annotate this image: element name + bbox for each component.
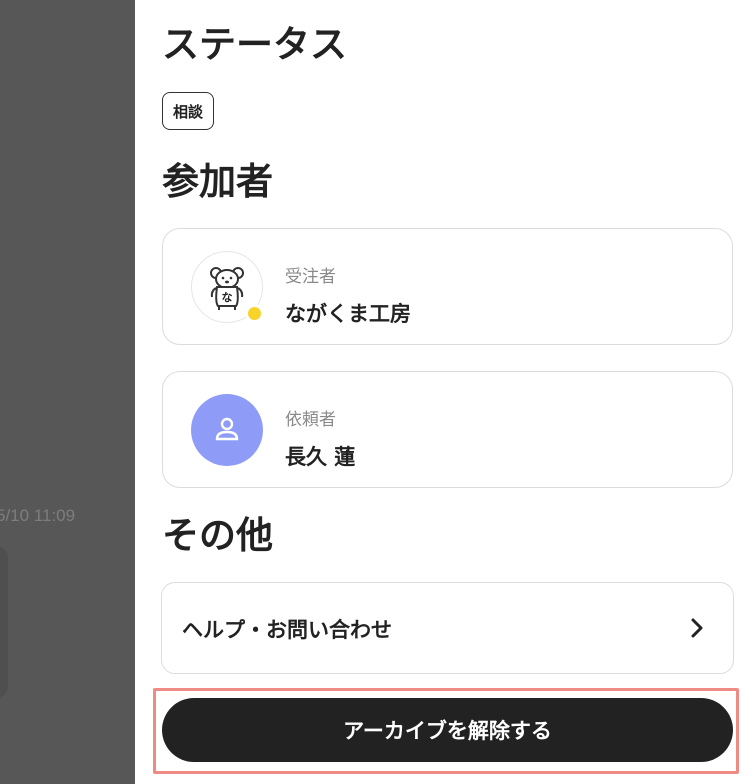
participants-heading: 参加者 — [162, 160, 273, 203]
background-message-bubble — [0, 546, 8, 698]
avatar — [191, 394, 263, 466]
online-status-dot — [245, 304, 263, 322]
participant-card-contractor[interactable]: な 受注者 ながくま工房 — [162, 228, 733, 345]
detail-side-panel: ステータス 相談 参加者 な 受注者 ながくま工房 依頼者 長久 蓮 その他 ヘ… — [135, 0, 753, 784]
bear-logo-icon: な — [210, 267, 244, 310]
unarchive-button[interactable]: アーカイブを解除する — [162, 698, 733, 762]
dimmed-background[interactable]: 5/10 11:09 — [0, 0, 135, 784]
participant-role: 受注者 — [285, 267, 336, 287]
status-heading: ステータス — [162, 23, 347, 66]
person-icon — [215, 417, 239, 441]
participant-name: 長久 蓮 — [285, 445, 356, 469]
participant-name: ながくま工房 — [285, 302, 411, 326]
background-timestamp: 5/10 11:09 — [0, 506, 76, 525]
other-heading: その他 — [162, 514, 273, 557]
participant-card-client[interactable]: 依頼者 長久 蓮 — [162, 371, 733, 488]
help-contact-link[interactable]: ヘルプ・お問い合わせ — [161, 582, 734, 674]
participant-role: 依頼者 — [285, 410, 336, 430]
svg-text:な: な — [222, 291, 233, 304]
chevron-right-icon — [691, 618, 703, 638]
status-badge: 相談 — [162, 92, 215, 130]
help-contact-label: ヘルプ・お問い合わせ — [182, 618, 392, 642]
